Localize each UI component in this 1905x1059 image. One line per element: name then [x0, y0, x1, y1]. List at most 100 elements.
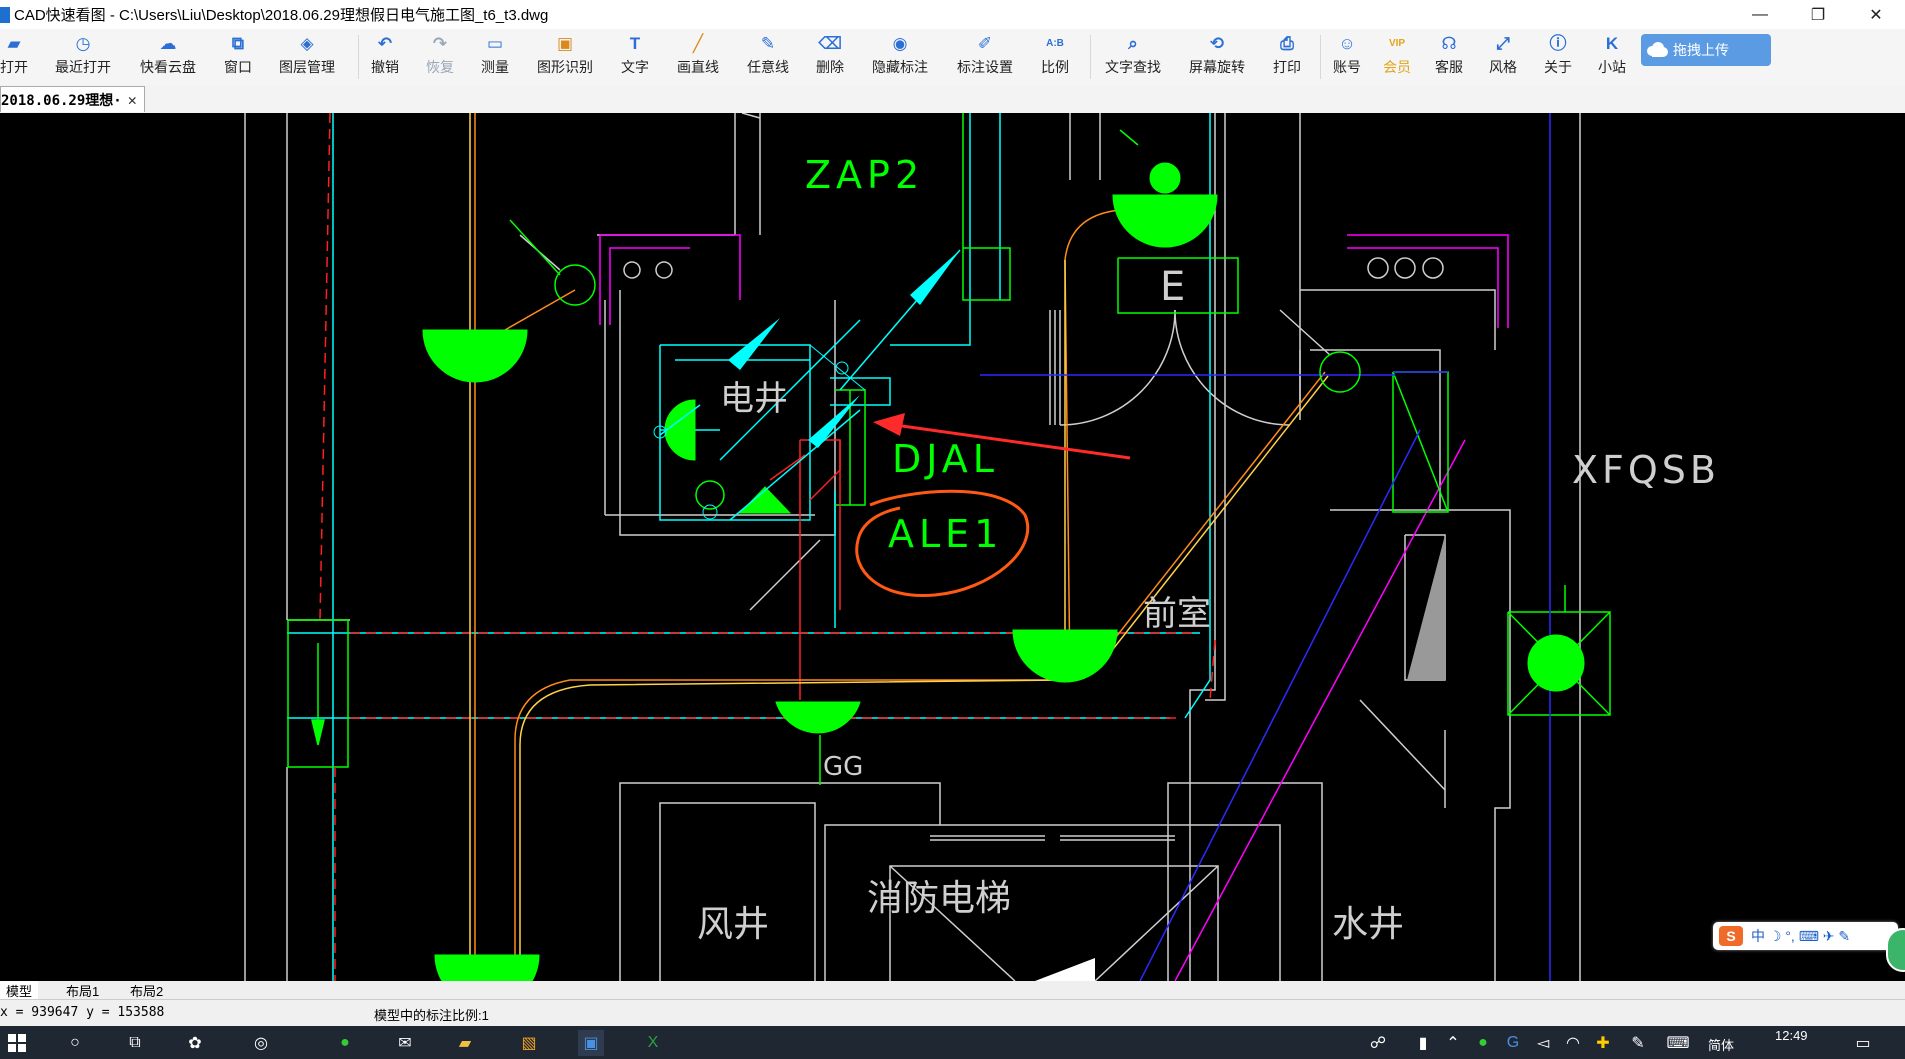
close-icon[interactable]: ✕ [128, 91, 137, 109]
toolbar-button-8[interactable]: ▣ 图形识别 [533, 29, 597, 85]
socket-circles [623, 257, 1444, 279]
toolbar-label: 测量 [481, 59, 509, 75]
toolbar-label: 会员 [1383, 59, 1411, 75]
toolbar-button-2[interactable]: ☁ 快看云盘 [136, 29, 200, 85]
drag-upload-button[interactable]: 拖拽上传 [1641, 34, 1771, 66]
close-button[interactable]: ✕ [1847, 0, 1905, 29]
toolbar-button-11[interactable]: ✎ 任意线 [742, 29, 794, 85]
folder-icon[interactable]: ▰ [452, 1030, 478, 1056]
cad-app-icon[interactable]: ▣ [578, 1030, 604, 1056]
toolbar-button-3[interactable]: ⧉ 窗口 [223, 29, 253, 85]
toolbar-label: 打印 [1273, 59, 1301, 75]
excel-icon[interactable]: X [640, 1030, 666, 1056]
coordinate-readout: x = 939647 y = 153588 [0, 1005, 165, 1020]
tray-keyboard-icon[interactable]: ⌨ [1665, 1030, 1691, 1056]
floating-badge-icon[interactable] [1886, 928, 1905, 972]
app-icon [0, 6, 10, 23]
mail-icon[interactable]: ✉ [392, 1030, 418, 1056]
toolbar-button-10[interactable]: ╱ 画直线 [672, 29, 724, 85]
printer-icon: ⎙ [1280, 34, 1294, 53]
red-lines [769, 439, 841, 700]
tray-person-icon[interactable]: ☍ [1365, 1030, 1391, 1056]
toolbar-button-5[interactable]: ↶ 撤销 [368, 29, 402, 85]
toolbar-button-15[interactable]: A:B 比例 [1038, 29, 1072, 85]
toolbar-button-7[interactable]: ▭ 测量 [478, 29, 512, 85]
k-site-icon: K [1605, 34, 1619, 53]
toolbar-separator [1320, 35, 1321, 79]
toolbar-label: 删除 [816, 59, 844, 75]
toolbar-button-18[interactable]: ⎙ 打印 [1270, 29, 1304, 85]
tab-layout1[interactable]: 布局1 [60, 981, 105, 999]
text-icon: T [629, 34, 641, 53]
tray-app-icon[interactable]: ✚ [1590, 1030, 1616, 1056]
toolbar-button-14[interactable]: ✐ 标注设置 [953, 29, 1017, 85]
toolbar-button-23[interactable]: ⓘ 关于 [1541, 29, 1575, 85]
windows-start-icon[interactable] [4, 1030, 30, 1056]
toolbar-button-9[interactable]: T 文字 [618, 29, 652, 85]
elevator-marker [1035, 958, 1095, 981]
eye-hide-icon: ◉ [892, 34, 908, 53]
search-icon[interactable]: ○ [62, 1030, 88, 1056]
toolbar-button-12[interactable]: ⌫ 删除 [813, 29, 847, 85]
gray-triangle [1407, 535, 1445, 680]
toolbar-button-13[interactable]: ◉ 隐藏标注 [868, 29, 932, 85]
tray-battery-icon[interactable]: ▮ [1410, 1030, 1436, 1056]
tray-chevron-icon[interactable]: ⌃ [1440, 1030, 1466, 1056]
annotation-scale-text: 模型中的标注比例:1 [374, 1008, 489, 1023]
toolbar-label: 客服 [1435, 59, 1463, 75]
tray-clock[interactable]: 12:49 [1775, 1028, 1808, 1043]
toolbar-label: 文字查找 [1105, 59, 1161, 75]
restore-button[interactable]: ❐ [1789, 0, 1847, 29]
toolbar-label: 图层管理 [279, 59, 335, 75]
tab-document[interactable]: 2018.06.29理想· ✕ [0, 86, 145, 112]
toolbar-label: 文字 [621, 59, 649, 75]
line-icon: ╱ [692, 34, 704, 53]
pen-icon: ✎ [760, 34, 776, 53]
tray-wechat-icon[interactable]: ● [1470, 1030, 1496, 1056]
tray-g-icon[interactable]: G [1500, 1030, 1526, 1056]
toolbar-button-21[interactable]: ☊ 客服 [1432, 29, 1466, 85]
drawing-canvas[interactable]: ZAP2 E 电井 DJAL ALE1 XFQSB 前室 GG 风井 消防电梯 … [0, 113, 1905, 981]
label-qianshi: 前室 [1143, 594, 1211, 634]
toolbar-button-22[interactable]: ⤢ 风格 [1486, 29, 1520, 85]
label-gg: GG [823, 752, 863, 782]
headset-icon: ☊ [1441, 34, 1457, 53]
toolbar-button-6[interactable]: ↷ 恢复 [423, 29, 457, 85]
toolbar-button-19[interactable]: ☺ 账号 [1330, 29, 1364, 85]
toolbar-button-0[interactable]: ▰ 打开 [0, 29, 28, 85]
sogou-logo-icon: S [1719, 926, 1743, 946]
toolbar-label: 窗口 [224, 59, 252, 75]
taskbar-app-icon[interactable]: ● [332, 1030, 358, 1056]
toolbar-label: 最近打开 [55, 59, 111, 75]
layout-tab-bar: 模型 布局1 布局2 [0, 981, 1905, 999]
ime-toolbar[interactable]: S 中 ☽ °, ⌨ ✈ ✎ [1713, 922, 1898, 950]
tray-pen-icon[interactable]: ✎ [1625, 1030, 1651, 1056]
label-xiaofangdianti: 消防电梯 [867, 878, 1011, 919]
status-bar: x = 939647 y = 153588 模型中的标注比例:1 [0, 999, 1905, 1027]
toolbar-button-20[interactable]: VIP 会员 [1380, 29, 1414, 85]
style-icon: ⤢ [1496, 34, 1510, 53]
taskbar-app-icon[interactable]: ◎ [248, 1030, 274, 1056]
toolbar-button-17[interactable]: ⟲ 屏幕旋转 [1185, 29, 1249, 85]
toolbar-button-4[interactable]: ◈ 图层管理 [275, 29, 339, 85]
tab-layout2[interactable]: 布局2 [124, 981, 169, 999]
taskbar-app-icon[interactable]: ▧ [516, 1030, 542, 1056]
title-bar: CAD快速看图 - C:\Users\Liu\Desktop\2018.06.2… [0, 0, 1905, 29]
label-shuijing: 水井 [1332, 904, 1404, 945]
folder-icon: ▰ [7, 34, 21, 53]
task-view-icon[interactable]: ⧉ [122, 1030, 148, 1056]
taskbar-app-icon[interactable]: ✿ [182, 1030, 208, 1056]
tab-document-label: 2018.06.29理想· [1, 92, 122, 109]
ime-status: 中 ☽ °, ⌨ ✈ ✎ [1751, 928, 1851, 944]
tray-volume-icon[interactable]: ◅ [1530, 1030, 1556, 1056]
tray-network-icon[interactable]: ◠ [1560, 1030, 1586, 1056]
toolbar-button-16[interactable]: ⌕ 文字查找 [1101, 29, 1165, 85]
tray-language[interactable]: 简体 [1708, 1035, 1734, 1054]
toolbar-button-24[interactable]: K 小站 [1595, 29, 1629, 85]
minimize-button[interactable]: — [1731, 0, 1789, 29]
notification-icon[interactable]: ▭ [1850, 1030, 1876, 1056]
tab-model[interactable]: 模型 [0, 981, 39, 999]
toolbar-label: 账号 [1333, 59, 1361, 75]
toolbar-button-1[interactable]: ◷ 最近打开 [51, 29, 115, 85]
cloud-icon: ☁ [159, 34, 177, 53]
